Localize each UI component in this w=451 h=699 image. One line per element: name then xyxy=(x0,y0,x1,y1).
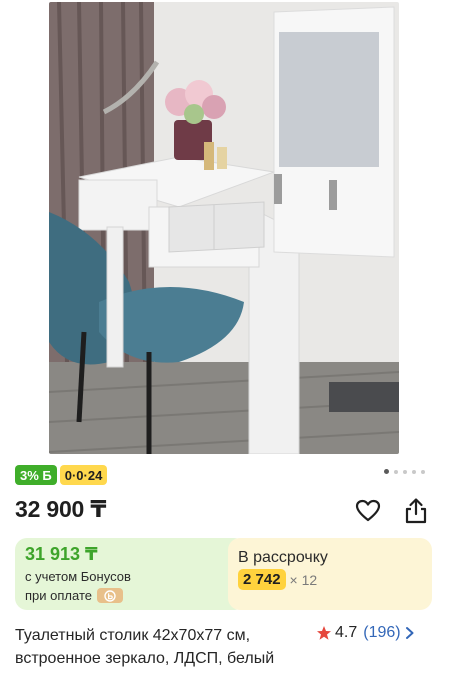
product-image[interactable] xyxy=(49,2,399,454)
gallery-dot xyxy=(421,469,425,474)
gallery-dot xyxy=(403,469,407,474)
gallery-dot xyxy=(394,469,398,474)
share-icon xyxy=(405,498,427,524)
installment-terms: 2 742 × 12 xyxy=(238,569,317,590)
rating-link[interactable]: 4.7 (196) xyxy=(316,624,416,642)
bonus-badge: 3% Б xyxy=(15,465,57,485)
product-gallery[interactable] xyxy=(0,0,451,457)
heart-icon xyxy=(355,499,381,522)
vanity-table-photo xyxy=(49,2,399,454)
gallery-dot xyxy=(412,469,416,474)
chevron-right-icon xyxy=(405,627,414,639)
installment-badge: 0·0·24 xyxy=(59,465,108,485)
bonus-caption-2-text: при оплате xyxy=(25,588,92,603)
bonus-price-card[interactable]: 31 913 ₸ с учетом Бонусов при оплате xyxy=(15,538,246,610)
product-price: 32 900 ₸ xyxy=(15,496,107,522)
product-title: Туалетный столик 42х70х77 см, встроенное… xyxy=(15,627,275,667)
bonus-caption-1: с учетом Бонусов xyxy=(25,569,131,584)
promo-badges: 3% Б 0·0·24 xyxy=(15,465,108,485)
favorite-button[interactable] xyxy=(353,496,383,526)
kaspi-b-icon xyxy=(96,588,123,603)
gallery-pagination xyxy=(384,469,425,474)
bonus-price: 31 913 ₸ xyxy=(25,544,98,564)
installment-months: × 12 xyxy=(289,571,318,588)
star-icon xyxy=(317,626,331,640)
bonus-caption-2: при оплате xyxy=(25,588,123,603)
rating-value: 4.7 xyxy=(335,624,358,641)
share-button[interactable] xyxy=(401,496,431,526)
reviews-count[interactable]: (196) xyxy=(363,624,400,642)
gallery-dot-active xyxy=(384,469,389,474)
installment-title: В рассрочку xyxy=(238,549,328,566)
installment-monthly: 2 742 xyxy=(238,569,286,590)
installment-card[interactable]: В рассрочку 2 742 × 12 xyxy=(228,538,432,610)
